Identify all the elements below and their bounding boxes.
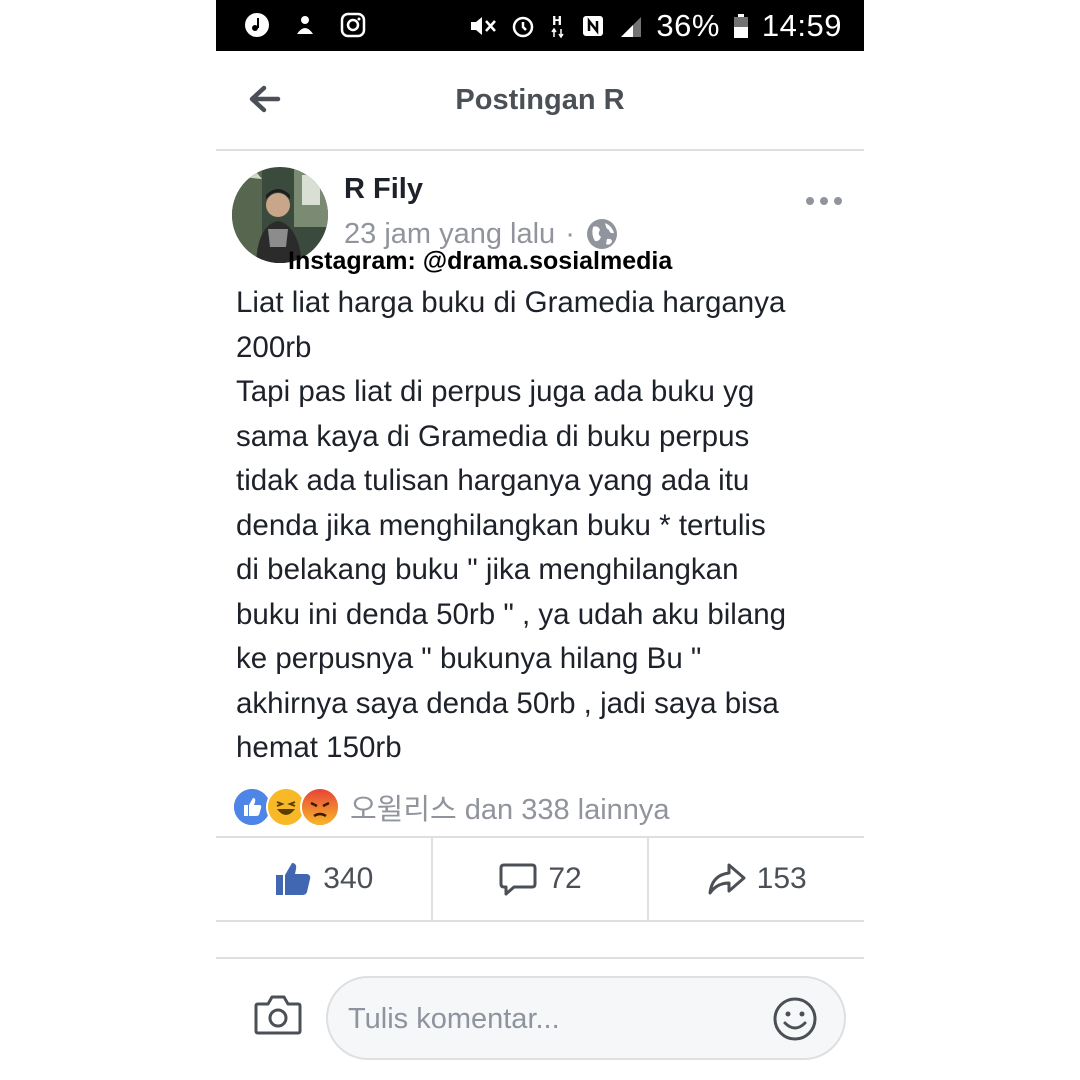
mute-icon [471,17,497,35]
comment-count: 72 [548,862,582,895]
smiley-icon[interactable] [772,996,818,1042]
angry-reaction-icon [300,787,340,827]
post-time[interactable]: 23 jam yang lalu [344,218,555,251]
post-line: tidak ada tulisan harganya yang ada itu [236,464,750,497]
post-line: Tapi pas liat di perpus juga ada buku yg [236,375,755,408]
person-icon [297,16,313,34]
page-title: Postingan R [455,84,625,116]
comment-button[interactable]: 72 [430,838,648,920]
battery-percent: 36% [656,8,720,43]
post-line: buku ini denda 50rb " , ya udah aku bila… [236,597,787,631]
hplus-icon: H [551,14,564,39]
status-bar: H 36% 14:59 [216,0,864,51]
reactions-summary[interactable]: 오윌리스 dan 338 lainnya [232,785,670,829]
post-line: denda jika menghilangkan buku * tertulis [236,508,766,542]
status-right: H 36% 14:59 [468,8,842,44]
share-button[interactable]: 153 [647,838,864,920]
post-line: 200rb [236,330,312,364]
instagram-icon [340,12,366,38]
globe-icon [586,219,617,249]
post-line: di belakang buku " jika menghilangkan [236,553,739,586]
comment-input[interactable]: Tulis komentar... [326,976,846,1060]
post-meta: 23 jam yang lalu · [344,217,619,251]
clock: 14:59 [761,8,842,43]
share-arrow-icon [708,863,746,895]
more-options-icon[interactable] [804,191,844,211]
action-bar: 340 72 153 [216,836,864,922]
post-line: ke perpusnya " bukunya hilang Bu " [236,642,702,675]
comment-placeholder: Tulis komentar... [348,1003,560,1035]
comment-bubble-icon [499,863,537,896]
svg-text:H: H [552,14,562,28]
meta-separator: · [565,217,575,250]
post-line: hemat 150rb [236,731,402,764]
app-header: Postingan R [216,51,864,151]
thumbs-up-icon [276,863,311,895]
battery-icon [733,14,748,38]
reaction-summary-text: 오윌리스 dan 338 lainnya [350,794,670,826]
post-line: akhirnya saya denda 50rb , jadi saya bis… [236,686,779,720]
post-body: Liat liat harga buku di Gramedia hargany… [236,281,856,771]
watermark-text: Instagram: @drama.sosialmedia [288,247,673,275]
like-button[interactable]: 340 [216,838,431,920]
post-line: Liat liat harga buku di Gramedia hargany… [236,286,786,319]
comment-composer: Tulis komentar... [216,960,864,1080]
music-icon [245,13,269,37]
share-count: 153 [756,862,807,895]
alarm-icon [513,16,534,38]
like-count: 340 [323,862,374,895]
divider [216,957,864,959]
nfc-icon [583,16,604,36]
signal-icon [621,17,642,37]
post-line: sama kaya di Gramedia di buku perpus [236,419,750,453]
camera-icon[interactable] [254,992,302,1036]
status-left-icons [244,12,366,38]
phone-screen: H 36% 14:59 Postingan R R Fily 23 jam ya… [216,0,864,1080]
post-author[interactable]: R Fily [344,173,423,206]
